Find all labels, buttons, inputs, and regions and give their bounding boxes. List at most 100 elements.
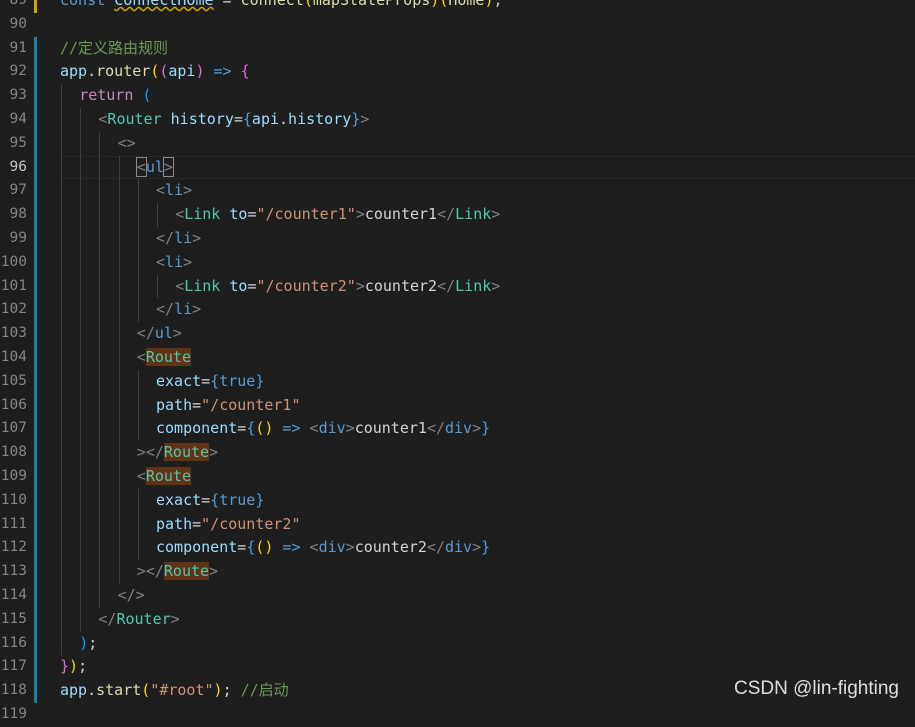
- code-token: ;: [493, 0, 503, 9]
- code-token: >: [162, 156, 174, 177]
- code-line[interactable]: 113 ></Route>: [0, 560, 915, 584]
- code-token: </: [156, 300, 175, 319]
- warning-gutter-marker: [34, 0, 37, 13]
- indent-guide: [61, 560, 62, 584]
- indent-guide: [137, 250, 139, 275]
- code-token: ;: [78, 657, 88, 676]
- code-token: }: [351, 109, 361, 128]
- changed-gutter-marker: [34, 250, 37, 275]
- code-token: <: [156, 252, 166, 271]
- code-token: div: [318, 538, 346, 557]
- indent-guide: [99, 560, 101, 584]
- code-editor[interactable]: 89 const ConnectHome = connect(mapStatePr…: [0, 0, 915, 727]
- code-line[interactable]: 107 component={() => <div>counter1</div>}: [0, 417, 915, 442]
- code-token: ): [430, 0, 440, 9]
- indent-guide: [137, 488, 139, 513]
- code-text: const ConnectHome = connect(mapStateProp…: [60, 0, 503, 13]
- code-line[interactable]: 106 path="/counter1": [0, 393, 915, 418]
- code-token: <: [136, 347, 146, 366]
- indent-guide: [137, 203, 139, 227]
- code-token: div: [445, 538, 473, 557]
- line-number: 111: [0, 515, 27, 532]
- code-line[interactable]: 91 //定义路由规则: [0, 36, 915, 61]
- line-number: 107: [0, 420, 27, 437]
- indent-guide: [80, 203, 82, 227]
- code-text: return (: [79, 84, 151, 108]
- code-token: api: [251, 109, 280, 128]
- code-line[interactable]: 96 <ul>: [0, 155, 915, 180]
- indent-guide: [118, 155, 120, 180]
- line-number: 116: [0, 634, 27, 651]
- code-token: api: [168, 62, 196, 81]
- indent-guide: [99, 345, 101, 370]
- code-token: ;: [222, 681, 241, 700]
- indent-guide: [80, 179, 82, 204]
- code-line[interactable]: 114 </>: [0, 583, 915, 608]
- code-token: >: [183, 252, 193, 271]
- code-line[interactable]: 89 const ConnectHome = connect(mapStatePr…: [0, 0, 915, 13]
- code-line[interactable]: 105 exact={true}: [0, 369, 915, 394]
- indent-guide: [118, 322, 120, 346]
- code-line[interactable]: 99 </li>: [0, 226, 915, 251]
- code-token: <: [309, 538, 319, 557]
- code-token: app: [60, 681, 88, 700]
- changed-gutter-marker: [34, 631, 37, 656]
- code-line[interactable]: 94 <Router history={api.history}>: [0, 107, 915, 132]
- code-token: //启动: [240, 681, 289, 700]
- code-line[interactable]: 90: [0, 13, 915, 37]
- indent-guide: [157, 274, 158, 299]
- code-token: Router: [116, 609, 171, 628]
- code-token: to: [220, 276, 248, 295]
- code-text: </li>: [156, 227, 201, 251]
- indent-guide: [61, 607, 62, 632]
- code-line[interactable]: 100 <li>: [0, 250, 915, 275]
- code-line[interactable]: 97 <li>: [0, 179, 915, 204]
- indent-guide: [99, 179, 101, 204]
- code-line[interactable]: 115 </Router>: [0, 607, 915, 632]
- code-line[interactable]: 116);: [0, 631, 915, 656]
- changed-gutter-marker: [34, 274, 37, 299]
- code-line[interactable]: 93 return (: [0, 84, 915, 108]
- indent-guide: [137, 393, 139, 418]
- indent-guide: [80, 512, 82, 537]
- code-line[interactable]: 109 <Route: [0, 464, 915, 489]
- code-line[interactable]: 101 <Link to="/counter2">counter2</Link>: [0, 274, 915, 299]
- changed-gutter-marker: [34, 226, 37, 251]
- code-line[interactable]: 117});: [0, 655, 915, 680]
- code-token: >: [192, 228, 202, 247]
- indent-guide: [61, 250, 62, 275]
- code-line[interactable]: 119: [0, 703, 915, 727]
- code-line[interactable]: 92 app.router((api) => {: [0, 60, 915, 85]
- changed-gutter-marker: [34, 322, 37, 346]
- code-line[interactable]: 104 <Route: [0, 345, 915, 370]
- code-line[interactable]: 95 <>: [0, 131, 915, 156]
- code-token: {: [210, 371, 220, 390]
- indent-guide: [137, 298, 139, 323]
- indent-guide: [99, 274, 101, 299]
- indent-guide: [61, 179, 62, 204]
- code-text: </li>: [156, 298, 201, 322]
- code-line[interactable]: 111 path="/counter2": [0, 512, 915, 537]
- code-line[interactable]: 103 </ul>: [0, 322, 915, 346]
- code-line[interactable]: 98 <Link to="/counter1">counter1</Link>: [0, 203, 915, 227]
- code-line[interactable]: 102 </li>: [0, 298, 915, 323]
- code-token: =: [237, 538, 247, 557]
- indent-guide: [80, 560, 82, 584]
- changed-gutter-marker: [34, 84, 37, 108]
- code-line[interactable]: 112 component={() => <div>counter2</div>}: [0, 536, 915, 561]
- code-token: ): [213, 681, 223, 700]
- code-token: ConnectHome: [114, 0, 214, 9]
- code-token: </: [437, 276, 456, 295]
- code-token: >: [345, 538, 355, 557]
- code-token: ): [69, 657, 79, 676]
- csdn-watermark: CSDN @lin-fighting: [733, 678, 899, 699]
- code-line[interactable]: 108 ></Route>: [0, 441, 915, 465]
- code-line[interactable]: 110 exact={true}: [0, 488, 915, 513]
- indent-guide: [118, 369, 120, 394]
- changed-gutter-marker: [34, 655, 37, 680]
- line-number: 90: [9, 15, 27, 32]
- indent-guide: [118, 560, 120, 584]
- code-token: div: [445, 419, 473, 438]
- code-token: >: [172, 324, 182, 343]
- indent-guide: [80, 536, 82, 561]
